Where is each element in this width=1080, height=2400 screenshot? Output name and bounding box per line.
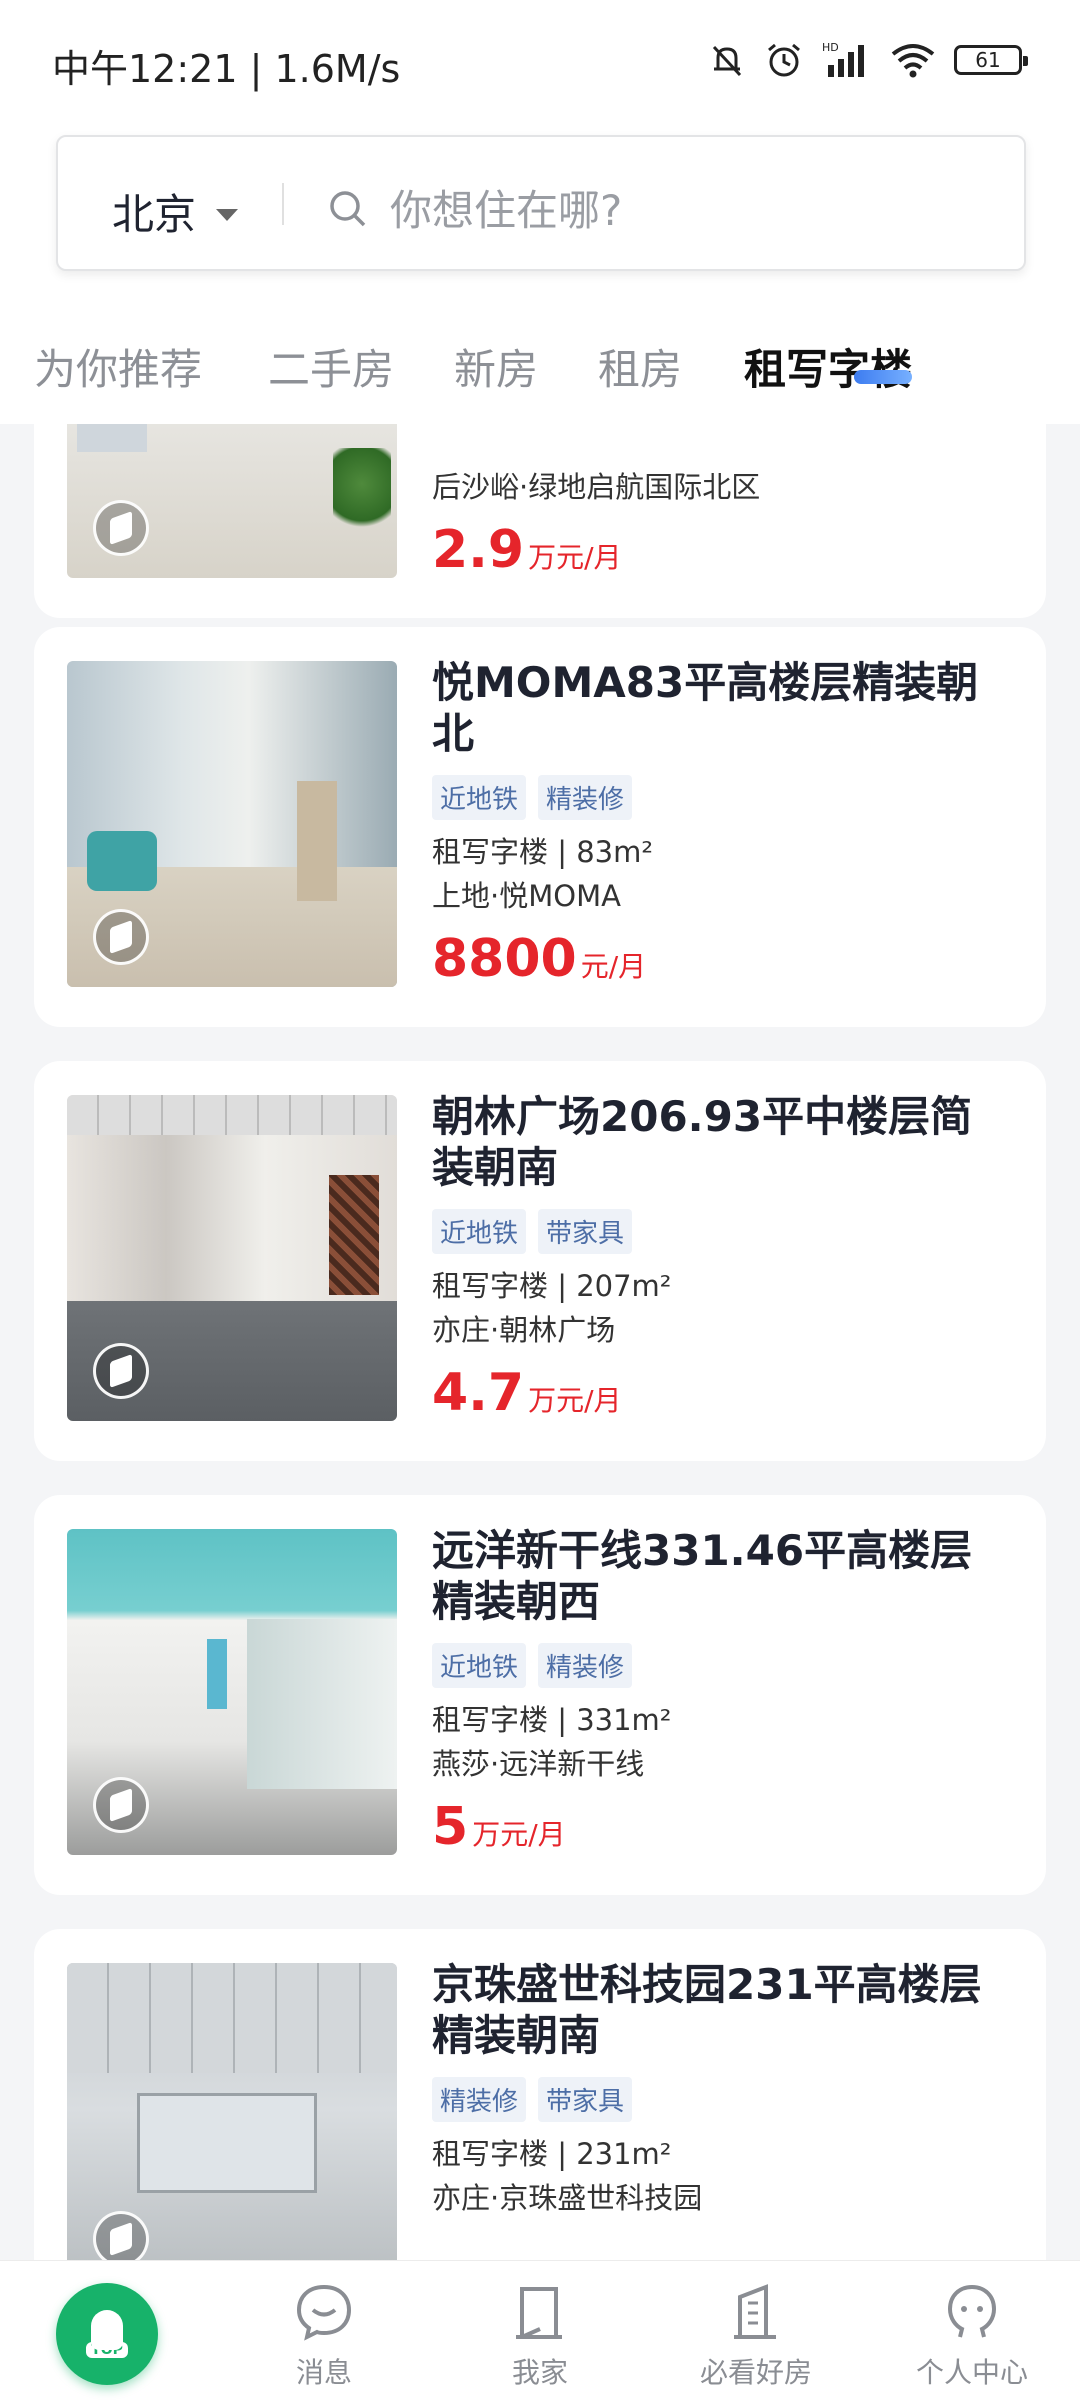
nav-must-see[interactable]: 必看好房 bbox=[676, 2283, 836, 2391]
listing-card[interactable]: 远洋新干线331.46平高楼层精装朝西 近地铁 精装修 租写字楼 | 331m²… bbox=[34, 1495, 1046, 1895]
alarm-icon bbox=[768, 43, 800, 77]
listing-location: 燕莎·远洋新干线 bbox=[432, 1747, 645, 1781]
nav-label: 我家 bbox=[511, 2356, 568, 2389]
listing-card[interactable]: 朝林广场206.93平中楼层简装朝南 近地铁 带家具 租写字楼 | 207m² … bbox=[34, 1061, 1046, 1461]
svg-text:HD: HD bbox=[822, 41, 839, 54]
listing-card[interactable]: 京珠盛世科技园231平高楼层精装朝南 精装修 带家具 租写字楼 | 231m² … bbox=[34, 1929, 1046, 2260]
listing-type-area: 租写字楼 | 231m² bbox=[432, 2137, 672, 2171]
tab-second-hand[interactable]: 二手房 bbox=[268, 336, 394, 397]
listing-tag: 带家具 bbox=[538, 1209, 633, 1254]
listing-photo bbox=[67, 1095, 397, 1421]
status-icons: HD 61 bbox=[708, 40, 1028, 80]
battery-indicator: 61 bbox=[954, 45, 1028, 75]
tab-new-home[interactable]: 新房 bbox=[454, 336, 538, 397]
message-icon bbox=[296, 2284, 352, 2341]
vr-tour-icon bbox=[93, 1343, 149, 1399]
profile-icon bbox=[947, 2285, 997, 2338]
listing-location: 亦庄·京珠盛世科技园 bbox=[432, 2181, 703, 2215]
listing-type-area: 租写字楼 | 331m² bbox=[432, 1703, 672, 1737]
listing-type-area: 租写字楼 | 83m² bbox=[432, 835, 653, 869]
listing-price: 5 万元/月 bbox=[432, 1797, 566, 1857]
building-icon bbox=[734, 2284, 776, 2339]
listing-tags: 近地铁 精装修 bbox=[432, 775, 633, 820]
listing-tags: 精装修 带家具 bbox=[432, 2077, 633, 2122]
listing-price: 4.7 万元/月 bbox=[432, 1363, 622, 1423]
nav-my-home[interactable]: 我家 bbox=[460, 2283, 620, 2391]
active-tab-indicator bbox=[854, 370, 912, 384]
listing-title: 远洋新干线331.46平高楼层精装朝西 bbox=[432, 1526, 973, 1626]
rocket-icon bbox=[91, 2310, 123, 2350]
listing-tags: 近地铁 精装修 bbox=[432, 1643, 633, 1688]
listing-tag: 带家具 bbox=[538, 2077, 633, 2122]
status-time: 中午12:21 | 1.6M/s bbox=[52, 47, 401, 91]
listing-title: 悦MOMA83平高楼层精装朝北 bbox=[432, 658, 979, 758]
back-to-top-button[interactable]: TOP bbox=[56, 2283, 158, 2385]
mute-bell-icon bbox=[712, 45, 742, 77]
listing-tag: 精装修 bbox=[538, 1643, 633, 1688]
vr-tour-icon bbox=[93, 909, 149, 965]
city-label: 北京 bbox=[112, 190, 197, 239]
nav-label: 个人中心 bbox=[915, 2356, 1028, 2389]
nav-label: 消息 bbox=[295, 2356, 352, 2389]
nav-messages[interactable]: 消息 bbox=[244, 2283, 404, 2391]
listing-feed[interactable]: 后沙峪·绿地启航国际北区 2.9 万元/月 悦MOMA83平高楼层精装朝北 近地铁… bbox=[0, 424, 1080, 2260]
listing-tag: 近地铁 bbox=[432, 1209, 527, 1254]
signal-icon: HD bbox=[822, 41, 864, 77]
chevron-down-icon bbox=[216, 208, 239, 221]
listing-tag: 近地铁 bbox=[432, 1643, 527, 1688]
divider bbox=[282, 183, 284, 225]
home-door-icon bbox=[516, 2287, 562, 2339]
listing-title: 京珠盛世科技园231平高楼层精装朝南 bbox=[432, 1960, 982, 2060]
nav-profile[interactable]: 个人中心 bbox=[892, 2283, 1052, 2391]
listing-price: 2.9 万元/月 bbox=[432, 520, 622, 580]
listing-location: 上地·悦MOMA bbox=[432, 879, 621, 913]
listing-location: 后沙峪·绿地启航国际北区 bbox=[432, 470, 761, 504]
listing-photo bbox=[67, 1529, 397, 1855]
vr-tour-icon bbox=[93, 500, 149, 556]
bottom-nav: TOP 消息 我家 必看好房 个人中心 bbox=[0, 2260, 1080, 2400]
nav-label: 必看好房 bbox=[699, 2356, 812, 2389]
vr-tour-icon bbox=[93, 2211, 149, 2260]
listing-tag: 精装修 bbox=[538, 775, 633, 820]
listing-price: 8800 元/月 bbox=[432, 929, 647, 989]
category-tabs: 为你推荐 二手房 新房 租房 租写字楼 bbox=[0, 300, 1080, 424]
vr-tour-icon bbox=[93, 1777, 149, 1833]
listing-photo bbox=[67, 424, 397, 578]
listing-card[interactable]: 后沙峪·绿地启航国际北区 2.9 万元/月 bbox=[34, 424, 1046, 618]
listing-tag: 精装修 bbox=[432, 2077, 527, 2122]
tab-recommend[interactable]: 为你推荐 bbox=[34, 336, 202, 397]
search-header: 北京 你想住在哪? bbox=[0, 128, 1080, 300]
status-bar: 中午12:21 | 1.6M/s HD 61 bbox=[0, 0, 1080, 128]
search-box[interactable]: 北京 你想住在哪? bbox=[56, 135, 1026, 271]
listing-photo bbox=[67, 1963, 397, 2260]
listing-tag: 近地铁 bbox=[432, 775, 527, 820]
tab-rent[interactable]: 租房 bbox=[598, 336, 682, 397]
search-input[interactable]: 你想住在哪? bbox=[390, 177, 622, 238]
tab-office-rent[interactable]: 租写字楼 bbox=[744, 336, 912, 397]
listing-location: 亦庄·朝林广场 bbox=[432, 1313, 616, 1347]
search-icon bbox=[330, 191, 366, 227]
listing-type-area: 租写字楼 | 207m² bbox=[432, 1269, 672, 1303]
city-selector[interactable]: 北京 bbox=[112, 181, 239, 242]
wifi-icon bbox=[891, 44, 935, 78]
listing-tags: 近地铁 带家具 bbox=[432, 1209, 633, 1254]
listing-card[interactable]: 悦MOMA83平高楼层精装朝北 近地铁 精装修 租写字楼 | 83m² 上地·悦… bbox=[34, 627, 1046, 1027]
listing-photo bbox=[67, 661, 397, 987]
listing-title: 朝林广场206.93平中楼层简装朝南 bbox=[432, 1092, 973, 1192]
